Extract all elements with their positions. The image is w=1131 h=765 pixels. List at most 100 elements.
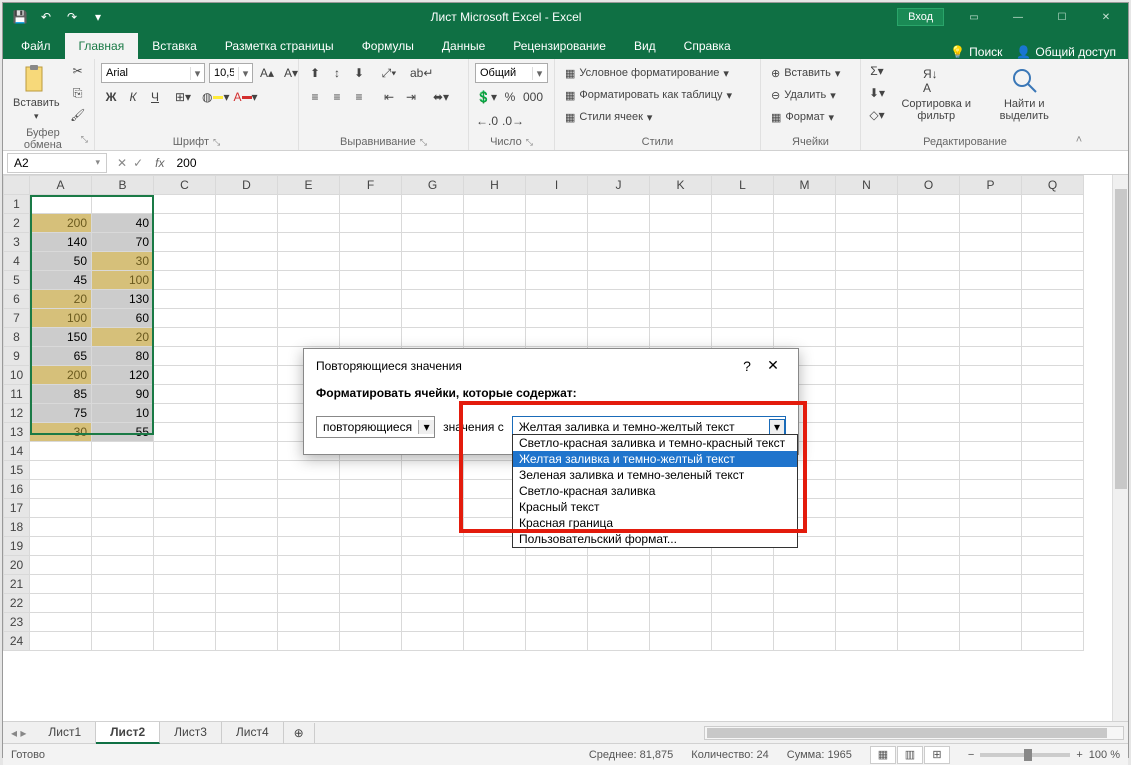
- cell[interactable]: [836, 613, 898, 632]
- row-header[interactable]: 12: [4, 404, 30, 423]
- cell[interactable]: [960, 290, 1022, 309]
- cell[interactable]: [526, 556, 588, 575]
- cell[interactable]: [1022, 233, 1084, 252]
- cell[interactable]: [1022, 461, 1084, 480]
- cell[interactable]: [712, 594, 774, 613]
- row-header[interactable]: 2: [4, 214, 30, 233]
- row-header[interactable]: 19: [4, 537, 30, 556]
- format-style-dropdown[interactable]: Светло-красная заливка и темно-красный т…: [512, 434, 798, 548]
- cell[interactable]: [154, 309, 216, 328]
- row-header[interactable]: 15: [4, 461, 30, 480]
- cell[interactable]: [712, 328, 774, 347]
- new-sheet-button[interactable]: ⊕: [284, 723, 315, 743]
- dropdown-option[interactable]: Желтая заливка и темно-желтый текст: [513, 451, 797, 467]
- cell[interactable]: [650, 271, 712, 290]
- cell[interactable]: [960, 214, 1022, 233]
- cell[interactable]: [774, 309, 836, 328]
- cell[interactable]: [588, 575, 650, 594]
- cell[interactable]: [402, 480, 464, 499]
- font-name-combo[interactable]: ▾: [101, 63, 205, 83]
- cell[interactable]: [650, 632, 712, 651]
- cell[interactable]: [836, 404, 898, 423]
- sheet-tab[interactable]: Лист2: [96, 722, 160, 744]
- column-header[interactable]: J: [588, 176, 650, 195]
- cell[interactable]: [340, 632, 402, 651]
- cell[interactable]: [588, 556, 650, 575]
- cell[interactable]: 20: [92, 328, 154, 347]
- fill-button[interactable]: ⬇▾: [867, 83, 887, 103]
- cell[interactable]: [898, 233, 960, 252]
- cell[interactable]: [960, 575, 1022, 594]
- clear-button[interactable]: ◇▾: [867, 105, 887, 125]
- cell[interactable]: [836, 480, 898, 499]
- cell[interactable]: [402, 233, 464, 252]
- fx-icon[interactable]: fx: [149, 156, 170, 170]
- number-format-combo[interactable]: ▾: [475, 63, 548, 83]
- align-center-button[interactable]: ≡: [327, 87, 347, 107]
- cell[interactable]: [340, 233, 402, 252]
- cell[interactable]: [836, 461, 898, 480]
- sheet-tab[interactable]: Лист4: [222, 722, 284, 744]
- dialog-close-button[interactable]: ✕: [760, 357, 786, 374]
- cell[interactable]: [1022, 442, 1084, 461]
- cell[interactable]: [278, 290, 340, 309]
- cell[interactable]: [278, 499, 340, 518]
- cell[interactable]: [836, 195, 898, 214]
- format-as-table-button[interactable]: ▦Форматировать как таблицу▾: [561, 85, 754, 105]
- dropdown-option[interactable]: Красный текст: [513, 499, 797, 515]
- cell[interactable]: [464, 290, 526, 309]
- cell[interactable]: 150: [30, 328, 92, 347]
- column-header[interactable]: B: [92, 176, 154, 195]
- column-header[interactable]: P: [960, 176, 1022, 195]
- number-format-input[interactable]: [476, 67, 532, 79]
- cell[interactable]: [216, 423, 278, 442]
- cell[interactable]: [898, 556, 960, 575]
- percent-button[interactable]: %: [500, 87, 520, 107]
- collapse-ribbon-icon[interactable]: ˄: [1076, 134, 1082, 146]
- cell[interactable]: 30: [30, 423, 92, 442]
- cell[interactable]: [278, 328, 340, 347]
- cell[interactable]: [526, 575, 588, 594]
- cell[interactable]: [836, 499, 898, 518]
- cell[interactable]: [340, 537, 402, 556]
- cell[interactable]: [216, 518, 278, 537]
- cell[interactable]: [898, 518, 960, 537]
- chevron-down-icon[interactable]: ▾: [95, 157, 100, 168]
- cell[interactable]: [960, 537, 1022, 556]
- cell[interactable]: [712, 613, 774, 632]
- cell[interactable]: [402, 309, 464, 328]
- cell[interactable]: [402, 252, 464, 271]
- cell[interactable]: [402, 499, 464, 518]
- column-header[interactable]: Q: [1022, 176, 1084, 195]
- font-size-input[interactable]: [210, 67, 238, 79]
- vertical-scrollbar[interactable]: [1112, 175, 1128, 721]
- cell[interactable]: [588, 271, 650, 290]
- row-header[interactable]: 6: [4, 290, 30, 309]
- cell[interactable]: [650, 290, 712, 309]
- cell[interactable]: [712, 290, 774, 309]
- cell[interactable]: [836, 290, 898, 309]
- cell[interactable]: [960, 442, 1022, 461]
- fill-color-button[interactable]: ◍▾: [201, 87, 231, 107]
- cell[interactable]: [30, 461, 92, 480]
- cell[interactable]: [774, 328, 836, 347]
- cell[interactable]: 100: [92, 271, 154, 290]
- row-header[interactable]: 14: [4, 442, 30, 461]
- cell[interactable]: [526, 290, 588, 309]
- cell[interactable]: [216, 442, 278, 461]
- undo-button[interactable]: ↶: [35, 6, 57, 28]
- cell[interactable]: [340, 271, 402, 290]
- cell[interactable]: [340, 309, 402, 328]
- row-header[interactable]: 24: [4, 632, 30, 651]
- font-name-input[interactable]: [102, 67, 190, 79]
- column-header[interactable]: K: [650, 176, 712, 195]
- tab-view[interactable]: Вид: [620, 33, 670, 59]
- column-header[interactable]: N: [836, 176, 898, 195]
- cell[interactable]: [216, 347, 278, 366]
- cell[interactable]: [1022, 518, 1084, 537]
- cell[interactable]: [1022, 404, 1084, 423]
- cell[interactable]: [278, 480, 340, 499]
- cell[interactable]: [30, 537, 92, 556]
- row-header[interactable]: 21: [4, 575, 30, 594]
- duplicate-type-combo[interactable]: повторяющиеся ▾: [316, 416, 435, 438]
